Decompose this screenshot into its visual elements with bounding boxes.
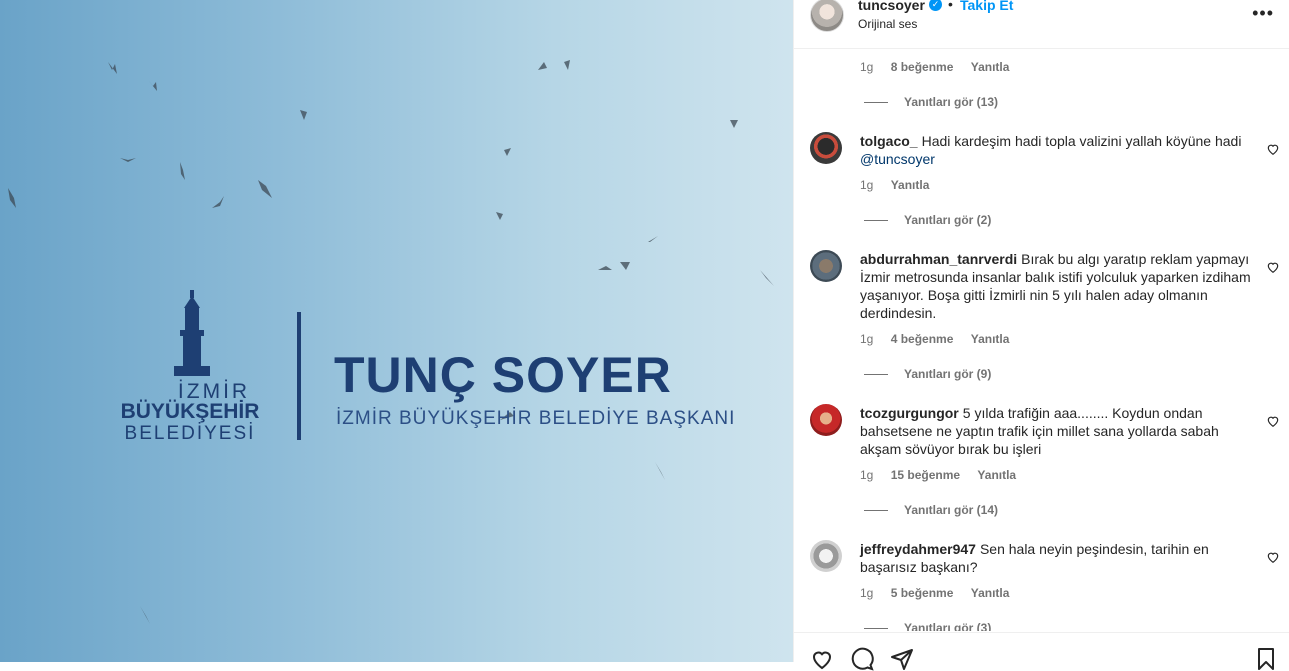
reply-button[interactable]: Yanıtla: [971, 332, 1010, 346]
replies-line: [864, 628, 888, 630]
commenter-username[interactable]: tcozgurgungor: [860, 405, 959, 421]
comment-likes[interactable]: 5 beğenme: [891, 586, 954, 600]
view-replies-button[interactable]: Yanıtları gör (9): [864, 367, 991, 381]
like-comment-icon[interactable]: [1266, 414, 1280, 428]
izmir-logo: İZMİR BÜYÜKŞEHİR BELEDİYESİ TUNÇ SOYER İ…: [110, 290, 734, 450]
comment-likes[interactable]: 15 beğenme: [891, 468, 960, 482]
comment-icon[interactable]: [850, 647, 874, 671]
comment-text: tolgaco_ Hadi kardeşim hadi topla valizin…: [860, 132, 1252, 168]
commenter-username[interactable]: jeffreydahmer947: [860, 541, 976, 557]
heart-icon[interactable]: [810, 647, 834, 671]
logo-subtitle-text: İZMİR BÜYÜKŞEHİR BELEDİYE BAŞKANI: [336, 408, 736, 429]
reply-button[interactable]: Yanıtla: [971, 60, 1010, 74]
send-icon[interactable]: [890, 647, 914, 671]
view-replies-button[interactable]: Yanıtları gör (14): [864, 503, 998, 517]
reply-button[interactable]: Yanıtla: [971, 586, 1010, 600]
post-media[interactable]: İZMİR BÜYÜKŞEHİR BELEDİYESİ TUNÇ SOYER İ…: [0, 0, 793, 662]
commenter-avatar[interactable]: [810, 540, 842, 572]
view-replies-label: Yanıtları gör (13): [904, 95, 999, 109]
reply-button[interactable]: Yanıtla: [891, 178, 930, 192]
view-replies-button[interactable]: Yanıtları gör (2): [864, 213, 991, 227]
view-replies-button[interactable]: Yanıtları gör (3): [864, 621, 991, 631]
comment-meta: 1g Yanıtla: [860, 178, 943, 192]
replies-line: [864, 374, 888, 376]
commenter-avatar[interactable]: [810, 404, 842, 436]
comment-time: 1g: [860, 60, 874, 74]
more-options-icon[interactable]: •••: [1252, 3, 1274, 24]
comment-text: tcozgurgungor 5 yılda trafiğin aaa.......…: [860, 404, 1252, 458]
logo-name-text: TUNÇ SOYER: [334, 347, 672, 403]
separator-dot: •: [948, 0, 953, 12]
logo-belediyesi-text: BELEDİYESİ: [124, 423, 256, 444]
comment-time: 1g: [860, 178, 874, 192]
like-comment-icon[interactable]: [1266, 550, 1280, 564]
comments-list[interactable]: 1g 8 beğenme Yanıtla Yanıtları gör (13) …: [794, 49, 1289, 631]
replies-line: [864, 102, 888, 104]
comment-likes[interactable]: 4 beğenme: [891, 332, 954, 346]
view-replies-button[interactable]: Yanıtları gör (13): [864, 95, 998, 109]
comment-meta: 1g 15 beğenme Yanıtla: [860, 468, 1030, 482]
comment-meta: 1g 8 beğenme Yanıtla: [860, 60, 1023, 74]
verified-badge-icon: ✓: [929, 0, 942, 11]
comment-time: 1g: [860, 332, 874, 346]
replies-line: [864, 220, 888, 222]
like-comment-icon[interactable]: [1266, 260, 1280, 274]
view-replies-label: Yanıtları gör (3): [904, 621, 992, 631]
commenter-avatar[interactable]: [810, 132, 842, 164]
comment-time: 1g: [860, 468, 874, 482]
author-avatar[interactable]: [810, 0, 844, 32]
follow-button[interactable]: Takip Et: [960, 0, 1013, 13]
comment-mention[interactable]: @tuncsoyer: [860, 151, 935, 167]
logo-buyuksehir-text: BÜYÜKŞEHİR: [120, 400, 260, 423]
view-replies-label: Yanıtları gör (2): [904, 213, 992, 227]
author-username[interactable]: tuncsoyer: [858, 0, 925, 13]
commenter-username[interactable]: tolgaco_: [860, 133, 918, 149]
view-replies-label: Yanıtları gör (9): [904, 367, 992, 381]
post-actions-bar: [794, 632, 1289, 671]
view-replies-label: Yanıtları gör (14): [904, 503, 999, 517]
clock-tower-icon: [174, 290, 210, 376]
logo-divider: [297, 312, 301, 440]
reply-button[interactable]: Yanıtla: [977, 468, 1016, 482]
audio-label[interactable]: Orijinal ses: [858, 17, 917, 31]
comment-text: abdurrahman_tanrverdi Bırak bu algı yarat…: [860, 250, 1252, 322]
like-comment-icon[interactable]: [1266, 142, 1280, 156]
comment-meta: 1g 4 beğenme Yanıtla: [860, 332, 1023, 346]
replies-line: [864, 510, 888, 512]
commenter-username[interactable]: abdurrahman_tanrverdi: [860, 251, 1017, 267]
commenter-avatar[interactable]: [810, 250, 842, 282]
comment-likes[interactable]: 8 beğenme: [891, 60, 954, 74]
comment-time: 1g: [860, 586, 874, 600]
comment-body: Hadi kardeşim hadi topla valizini yallah…: [921, 133, 1242, 149]
post-header: tuncsoyer ✓ • Takip Et Orijinal ses •••: [794, 0, 1289, 49]
comment-text: jeffreydahmer947 Sen hala neyin peşindesi…: [860, 540, 1252, 576]
comments-panel: tuncsoyer ✓ • Takip Et Orijinal ses ••• …: [793, 0, 1289, 671]
comment-meta: 1g 5 beğenme Yanıtla: [860, 586, 1023, 600]
bookmark-icon[interactable]: [1254, 647, 1278, 671]
